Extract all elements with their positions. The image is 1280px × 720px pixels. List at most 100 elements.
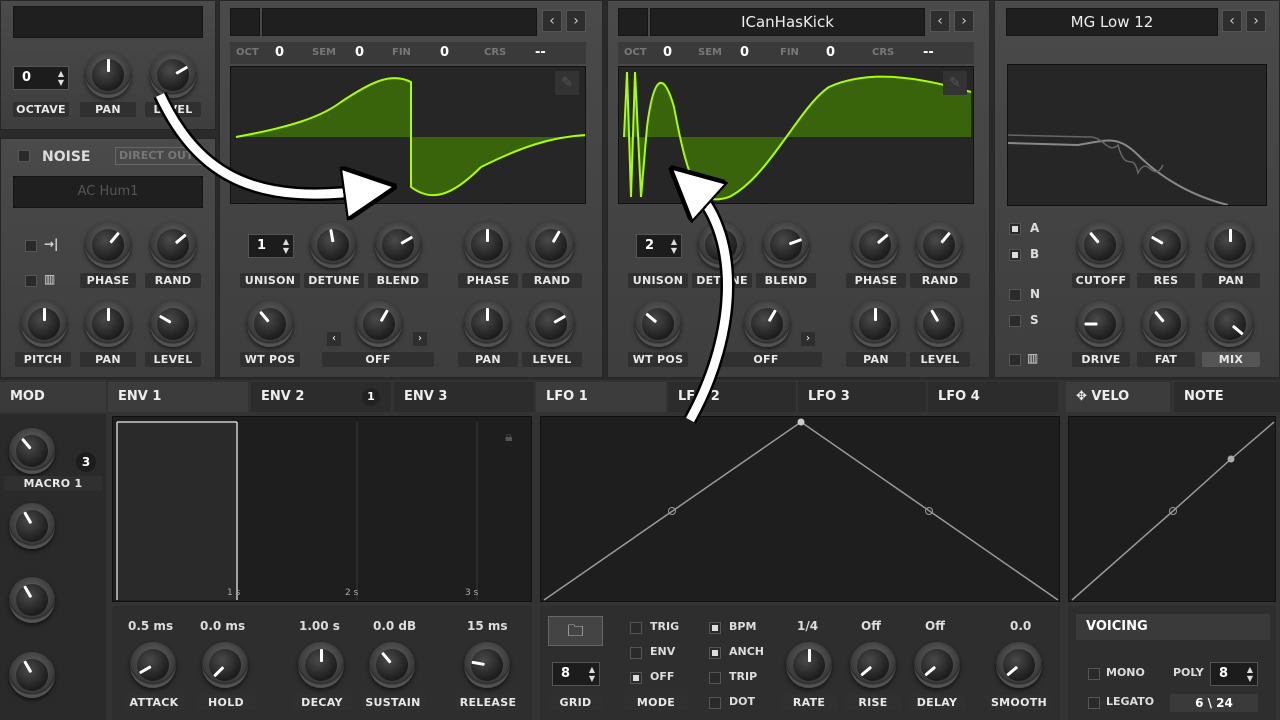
- spinner-arrows-icon[interactable]: ▲ ▼: [671, 237, 677, 255]
- noise-oneshot-checkbox[interactable]: [25, 275, 37, 287]
- tab-lfo1[interactable]: LFO 1: [536, 382, 666, 412]
- env-hold-knob[interactable]: [202, 642, 248, 688]
- lfo-rise-knob[interactable]: [850, 642, 896, 688]
- mono-checkbox[interactable]: [1088, 668, 1100, 680]
- tab-lfo2[interactable]: LFO 2: [668, 382, 796, 412]
- fin-value[interactable]: 0: [826, 45, 835, 60]
- tab-velo[interactable]: ✥ VELO: [1066, 382, 1170, 412]
- osc-a-level-knob[interactable]: [528, 301, 574, 347]
- noise-keytrack-checkbox[interactable]: [25, 240, 37, 252]
- osc-left-pan-knob[interactable]: [85, 52, 131, 98]
- osc-a-warp-next-icon[interactable]: ›: [413, 332, 427, 346]
- sem-value[interactable]: 0: [355, 45, 364, 60]
- velo-graph[interactable]: [1068, 416, 1276, 602]
- filter-prev-button[interactable]: ‹: [1222, 10, 1242, 32]
- spinner-arrows-icon[interactable]: ▲ ▼: [589, 665, 595, 683]
- osc-left-level-knob[interactable]: [150, 52, 196, 98]
- macro1-knob[interactable]: [9, 428, 55, 474]
- lfo-rate-knob[interactable]: [786, 642, 832, 688]
- pencil-icon[interactable]: ✎: [555, 71, 579, 95]
- noise-pan-knob[interactable]: [85, 301, 131, 347]
- osc-a-warp-knob[interactable]: [356, 301, 402, 347]
- filter-s-checkbox[interactable]: [1009, 315, 1021, 327]
- crs-value[interactable]: --: [923, 45, 934, 60]
- legato-checkbox[interactable]: [1088, 697, 1100, 709]
- osc-a-pan-knob[interactable]: [464, 301, 510, 347]
- osc-a-prev-button[interactable]: ‹: [542, 10, 562, 32]
- filter-n-checkbox[interactable]: [1009, 289, 1021, 301]
- macro2-knob[interactable]: [9, 503, 55, 549]
- tab-mod[interactable]: MOD: [0, 382, 106, 412]
- osc-b-phase-knob[interactable]: [852, 222, 898, 268]
- lfo-env-checkbox[interactable]: [630, 647, 642, 659]
- tab-lfo4[interactable]: LFO 4: [928, 382, 1058, 412]
- macro3-knob[interactable]: [9, 577, 55, 623]
- osc-b-prev-button[interactable]: ‹: [930, 10, 950, 32]
- osc-a-blend-knob[interactable]: [375, 222, 421, 268]
- spinner-arrows-icon[interactable]: ▲ ▼: [58, 69, 64, 87]
- noise-rand-knob[interactable]: [150, 222, 196, 268]
- osc-b-unison-spinner[interactable]: 2 ▲ ▼: [636, 234, 682, 258]
- osc-a-wtpos-knob[interactable]: [247, 301, 293, 347]
- noise-pitch-knob[interactable]: [21, 301, 67, 347]
- lfo-grid-spinner[interactable]: 8 ▲ ▼: [552, 662, 600, 686]
- osc-b-warp-knob[interactable]: [744, 301, 790, 347]
- osc-b-blend-knob[interactable]: [763, 222, 809, 268]
- osc-b-rand-knob[interactable]: [916, 222, 962, 268]
- macro4-knob[interactable]: [9, 652, 55, 698]
- filter-a-checkbox[interactable]: [1009, 223, 1021, 235]
- lfo-dot-checkbox[interactable]: [709, 697, 721, 709]
- tab-env3[interactable]: ENV 3: [394, 382, 534, 412]
- osc-b-wave-display[interactable]: ✎: [618, 66, 974, 204]
- spinner-arrows-icon[interactable]: ▲ ▼: [283, 237, 289, 255]
- noise-level-knob[interactable]: [150, 301, 196, 347]
- filter-cutoff-knob[interactable]: [1077, 222, 1123, 268]
- filter-res-knob[interactable]: [1142, 222, 1188, 268]
- noise-sample-display[interactable]: AC Hum1: [13, 176, 203, 208]
- env-attack-knob[interactable]: [130, 642, 176, 688]
- folder-icon[interactable]: 🗀︎: [548, 616, 603, 646]
- osc-a-warp-prev-icon[interactable]: ‹: [327, 332, 341, 346]
- osc-a-detune-knob[interactable]: [310, 222, 356, 268]
- lfo-trip-checkbox[interactable]: [709, 672, 721, 684]
- filter-type-display[interactable]: MG Low 12: [1006, 8, 1218, 36]
- spinner-arrows-icon[interactable]: ▲ ▼: [1247, 665, 1253, 683]
- env-release-knob[interactable]: [464, 642, 510, 688]
- osc-a-next-button[interactable]: ›: [566, 10, 586, 32]
- osc-a-unison-spinner[interactable]: 1 ▲ ▼: [248, 234, 294, 258]
- osc-b-next-button[interactable]: ›: [954, 10, 974, 32]
- filter-keytrack-checkbox[interactable]: [1009, 354, 1021, 366]
- oct-value[interactable]: 0: [275, 45, 284, 60]
- poly-spinner[interactable]: 8 ▲ ▼: [1210, 662, 1258, 686]
- tab-env1[interactable]: ENV 1: [108, 382, 248, 412]
- filter-drive-knob[interactable]: [1077, 301, 1123, 347]
- filter-next-button[interactable]: ›: [1246, 10, 1266, 32]
- osc-a-wave-display[interactable]: ✎: [230, 66, 586, 204]
- osc-b-wtpos-knob[interactable]: [635, 301, 681, 347]
- filter-mix-knob[interactable]: [1207, 301, 1253, 347]
- osc-b-warp-next-icon[interactable]: ›: [801, 332, 815, 346]
- osc-a-phase-knob[interactable]: [464, 222, 510, 268]
- osc-a-warp-value[interactable]: OFF: [322, 352, 434, 367]
- octave-spinner[interactable]: 0 ▲ ▼: [13, 66, 69, 90]
- lfo-anch-checkbox[interactable]: [709, 647, 721, 659]
- osc-b-pan-knob[interactable]: [852, 301, 898, 347]
- noise-phase-knob[interactable]: [85, 222, 131, 268]
- lfo-trig-checkbox[interactable]: [630, 622, 642, 634]
- env-decay-knob[interactable]: [298, 642, 344, 688]
- direct-out-button[interactable]: DIRECT OUT: [115, 147, 203, 165]
- crs-value[interactable]: --: [535, 45, 546, 60]
- lfo-bpm-checkbox[interactable]: [709, 622, 721, 634]
- sem-value[interactable]: 0: [740, 45, 749, 60]
- fin-value[interactable]: 0: [440, 45, 449, 60]
- osc-a-wavetable-name[interactable]: [262, 8, 537, 36]
- osc-b-detune-knob[interactable]: [698, 222, 744, 268]
- env-graph[interactable]: 1 s 2 s 3 s 🔒︎: [112, 416, 532, 602]
- lfo-off-checkbox[interactable]: [630, 672, 642, 684]
- lfo-delay-knob[interactable]: [914, 642, 960, 688]
- noise-enable-checkbox[interactable]: [18, 150, 30, 162]
- filter-b-checkbox[interactable]: [1009, 249, 1021, 261]
- filter-fat-knob[interactable]: [1142, 301, 1188, 347]
- osc-b-warp-value[interactable]: OFF: [710, 352, 822, 367]
- osc-b-enable[interactable]: [618, 8, 648, 36]
